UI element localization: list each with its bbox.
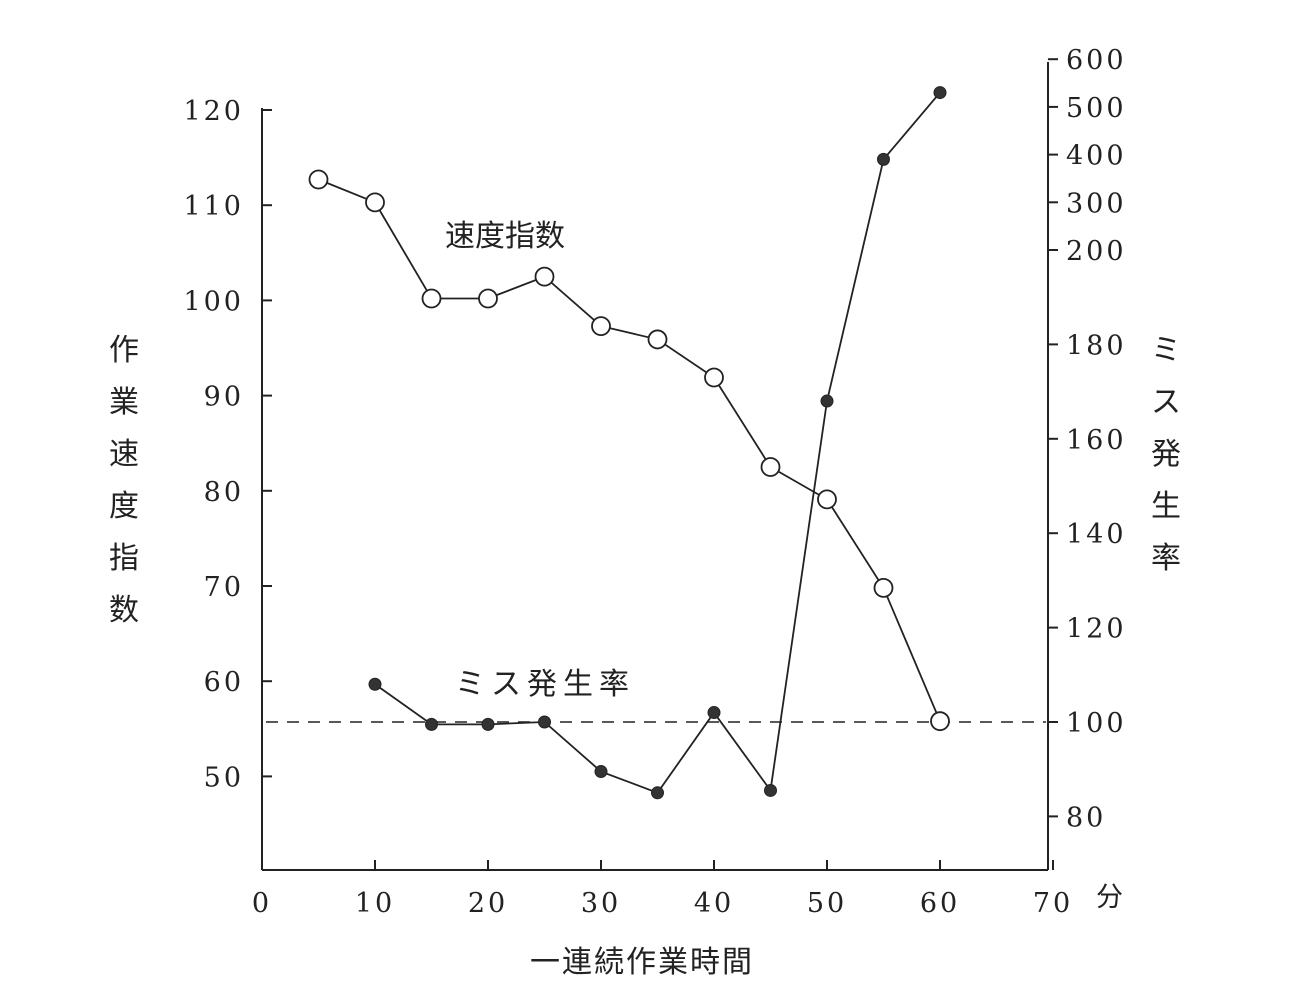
point-speed: [647, 329, 668, 350]
x-tick-label: 40: [694, 888, 734, 919]
y-right-tick-label: 300: [1066, 188, 1127, 219]
x-unit-label: 分: [1096, 882, 1126, 913]
y-right-tick-label: 180: [1066, 330, 1127, 361]
point-miss: [933, 86, 947, 100]
point-speed: [421, 288, 442, 309]
x-axis-title: 一連続作業時間: [530, 945, 754, 980]
point-miss: [707, 706, 721, 720]
axis-title-char: 生: [1151, 489, 1181, 524]
x-tick-label: 60: [920, 888, 960, 919]
x-tick-label: 50: [807, 888, 847, 919]
y-left-tick-label: 50: [204, 762, 244, 793]
x-tick-label: 20: [468, 888, 508, 919]
y-right-tick-label: 140: [1066, 519, 1127, 550]
y-left-tick-label: 60: [204, 667, 244, 698]
y-left-tick-label: 90: [204, 382, 244, 413]
point-speed: [478, 288, 498, 309]
x-tick-label: 70: [1033, 888, 1073, 919]
point-miss: [425, 717, 438, 731]
series-label-speed: 速度指数: [445, 219, 565, 254]
y-left-tick-label: 110: [183, 191, 244, 222]
point-miss: [538, 715, 551, 729]
y-right-tick-label: 200: [1066, 236, 1127, 267]
y-axis-left-title: 作業速度指数: [109, 333, 139, 628]
y-right-tick-label: 80: [1066, 802, 1106, 833]
axis-title-char: ミ: [1151, 333, 1181, 368]
point-miss: [481, 717, 495, 731]
series-line-speed: [318, 178, 941, 722]
point-miss: [877, 152, 890, 166]
x-tick-label: 30: [581, 888, 621, 919]
point-speed: [704, 367, 724, 388]
point-speed: [760, 457, 781, 477]
point-miss: [651, 786, 664, 800]
y-left-tick-label: 70: [204, 572, 244, 603]
y-right-tick-label: 600: [1066, 45, 1127, 76]
x-tick-label: 10: [355, 888, 395, 919]
point-speed: [365, 192, 385, 213]
axis-title-char: 発: [1151, 437, 1181, 472]
point-speed: [817, 489, 837, 510]
y-right-tick-label: 120: [1066, 614, 1127, 645]
axis-title-char: 作: [109, 333, 139, 368]
point-speed: [930, 711, 950, 732]
axis-title-char: 数: [109, 593, 139, 628]
y-left-tick-label: 80: [204, 477, 244, 508]
y-left-tick-label: 120: [183, 96, 244, 127]
series-label-miss: ミス発生率: [455, 667, 635, 702]
x-tick-label: 0: [252, 888, 272, 919]
axis-title-char: 指: [109, 541, 139, 576]
y-right-tick-label: 400: [1066, 141, 1127, 172]
point-speed: [308, 169, 329, 190]
chart: 0 10 20 30 40 50 60 70 50 60 70 80 90 100 110 120 80 100 1…: [109, 45, 1181, 980]
point-speed: [873, 578, 894, 598]
y-right-tick-label: 100: [1066, 708, 1127, 739]
axis-title-char: 業: [109, 385, 139, 420]
point-speed: [534, 266, 555, 287]
axis-title-char: 度: [109, 489, 139, 524]
y-right-tick-label: 500: [1066, 93, 1127, 124]
axis-title-char: ス: [1151, 385, 1181, 420]
y-left-tick-label: 100: [183, 286, 244, 317]
point-speed: [591, 316, 611, 337]
y-axis-right-title: ミス発生率: [1151, 333, 1181, 576]
axis-title-char: 率: [1151, 541, 1181, 576]
axis-title-char: 速: [109, 437, 139, 472]
point-miss: [820, 394, 834, 408]
point-miss: [368, 677, 382, 691]
point-miss: [764, 783, 777, 797]
point-miss: [594, 765, 608, 779]
y-right-tick-label: 160: [1066, 425, 1127, 456]
